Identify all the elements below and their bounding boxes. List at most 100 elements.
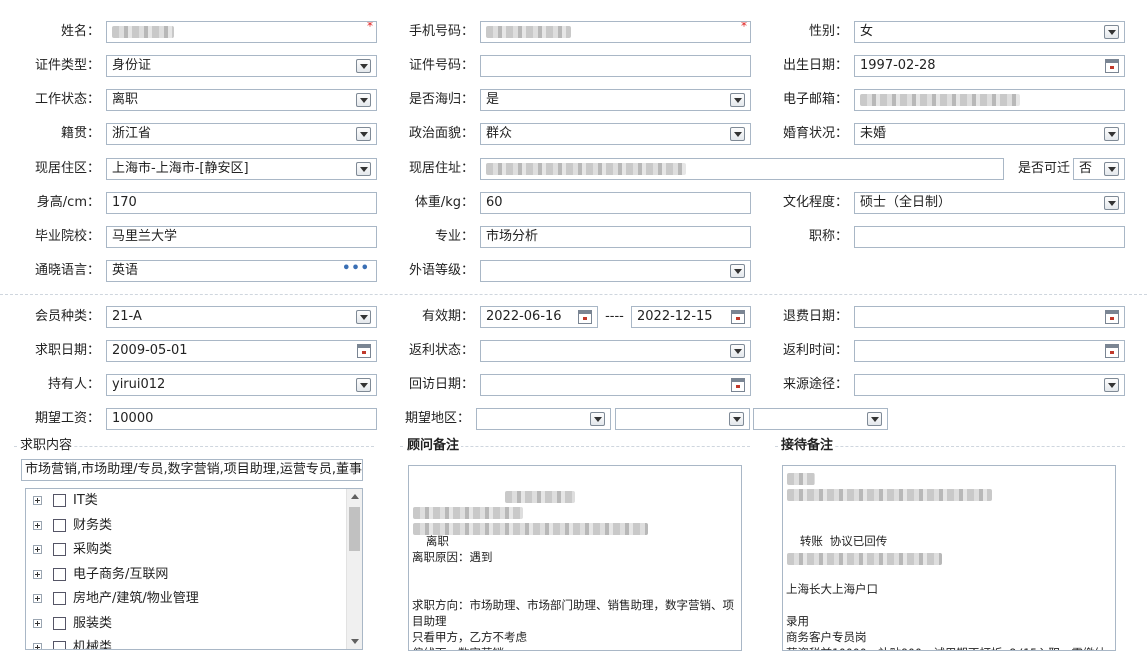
id-number-label: 证件号码： [408,58,474,73]
expected-salary-field[interactable]: 10000 [106,408,377,430]
source-select[interactable] [854,374,1125,396]
expand-icon[interactable] [33,496,42,505]
chevron-down-icon[interactable] [356,59,371,73]
validity-start-field[interactable]: 2022-06-16 [480,306,598,328]
expected-region-city-select[interactable] [615,408,750,430]
consultant-notes-textarea[interactable]: 离职 离职原因：遇到 求职方向：市场助理、市场部门助理、销售助理，数字营销、项目… [408,465,742,651]
education-select[interactable]: 硕士（全日制） [854,192,1125,214]
rebate-status-select[interactable] [480,340,751,362]
chevron-down-icon[interactable] [590,412,605,426]
expand-icon[interactable] [33,545,42,554]
chevron-down-icon[interactable] [729,412,744,426]
validity-label: 有效期： [421,309,474,324]
phone-field[interactable]: * [480,21,751,43]
expected-region-district-select[interactable] [753,408,888,430]
expand-icon[interactable] [33,594,42,603]
calendar-icon[interactable] [578,310,592,324]
expand-icon[interactable] [33,520,42,530]
chevron-down-icon[interactable] [1104,25,1119,39]
birth-date-field[interactable]: 1997-02-28 [854,55,1125,77]
visit-date-field[interactable] [480,374,751,396]
job-search-date-field[interactable]: 2009-05-01 [106,340,377,362]
calendar-icon[interactable] [357,344,371,358]
chevron-down-icon[interactable] [730,264,745,278]
tree-item[interactable]: 机械类 [26,636,362,649]
calendar-icon[interactable] [1105,344,1119,358]
id-number-field[interactable] [480,55,751,77]
chevron-down-icon[interactable] [356,378,371,392]
chevron-down-icon[interactable] [730,127,745,141]
tree-item[interactable]: 采购类 [26,538,362,563]
school-field[interactable]: 马里兰大学 [106,226,377,248]
chevron-down-icon[interactable] [356,127,371,141]
chevron-down-icon[interactable] [356,310,371,324]
calendar-icon[interactable] [1105,59,1119,73]
relocatable-select[interactable]: 否 [1073,158,1125,180]
gender-select[interactable]: 女 [854,21,1125,43]
name-field[interactable]: * [106,21,377,43]
scroll-up-icon[interactable] [351,494,359,499]
native-place-select[interactable]: 浙江省 [106,123,377,145]
weight-field[interactable]: 60 [480,192,751,214]
scroll-down-icon[interactable] [351,639,359,644]
job-content-summary-field[interactable]: 市场营销,市场助理/专员,数字营销,项目助理,运营专员,董事 [21,459,363,481]
scroll-thumb[interactable] [349,507,360,551]
email-field[interactable] [854,89,1125,111]
validity-end-field[interactable]: 2022-12-15 [631,306,751,328]
chevron-down-icon[interactable] [356,93,371,107]
category-checkbox[interactable] [53,567,66,581]
chevron-down-icon[interactable] [1104,127,1119,141]
chevron-down-icon[interactable] [1104,378,1119,392]
job-category-tree[interactable]: IT类 财务类 采购类 电子商务/互联网 房地产/建筑/物业管理 服装类 机械类 [25,488,363,650]
required-marker: * [741,21,747,33]
major-field[interactable]: 市场分析 [480,226,751,248]
holder-select[interactable]: yirui012 [106,374,377,396]
redacted-text [787,552,942,565]
chevron-down-icon[interactable] [730,344,745,358]
expected-region-province-select[interactable] [476,408,611,430]
chevron-down-icon[interactable] [356,162,371,176]
category-checkbox[interactable] [53,641,66,649]
tree-item[interactable]: 服装类 [26,612,362,637]
calendar-icon[interactable] [731,310,745,324]
ellipsis-icon[interactable]: ••• [342,261,370,279]
category-checkbox[interactable] [53,592,66,605]
chevron-down-icon[interactable] [1104,162,1119,176]
refund-date-field[interactable] [854,306,1125,328]
redacted-phone [486,25,571,38]
title-field[interactable] [854,226,1125,248]
calendar-icon[interactable] [731,378,745,392]
rebate-time-field[interactable] [854,340,1125,362]
reception-notes-textarea[interactable]: 转账 协议已回传 上海长大上海户口 录用 商务客户专员岗 薪资税前10000，补… [782,465,1116,651]
id-type-select[interactable]: 身份证 [106,55,377,77]
tree-scrollbar[interactable] [346,489,362,649]
category-checkbox[interactable] [53,494,66,507]
job-content-title: 求职内容 [18,437,75,455]
foreign-level-select[interactable] [480,260,751,282]
returnee-select[interactable]: 是 [480,89,751,111]
member-type-select[interactable]: 21-A [106,306,377,328]
work-status-label: 工作状态： [34,92,100,107]
tree-item[interactable]: 房地产/建筑/物业管理 [26,587,362,612]
expand-icon[interactable] [33,618,42,628]
marital-status-select[interactable]: 未婚 [854,123,1125,145]
residence-area-select[interactable]: 上海市-上海市-[静安区] [106,158,377,180]
expand-icon[interactable] [33,643,42,649]
chevron-down-icon[interactable] [1104,196,1119,210]
chevron-down-icon[interactable] [730,93,745,107]
residence-address-field[interactable] [480,158,1004,180]
political-status-select[interactable]: 群众 [480,123,751,145]
tree-item[interactable]: 电子商务/互联网 [26,563,362,588]
languages-field[interactable]: 英语 ••• [106,260,377,282]
tree-item[interactable]: IT类 [26,489,362,514]
tree-item[interactable]: 财务类 [26,514,362,539]
height-field[interactable]: 170 [106,192,377,214]
work-status-select[interactable]: 离职 [106,89,377,111]
calendar-icon[interactable] [1105,310,1119,324]
category-checkbox[interactable] [53,518,66,532]
political-status-label: 政治面貌： [408,126,474,141]
chevron-down-icon[interactable] [867,412,882,426]
category-checkbox[interactable] [53,543,66,556]
expand-icon[interactable] [33,569,42,579]
category-checkbox[interactable] [53,616,66,630]
